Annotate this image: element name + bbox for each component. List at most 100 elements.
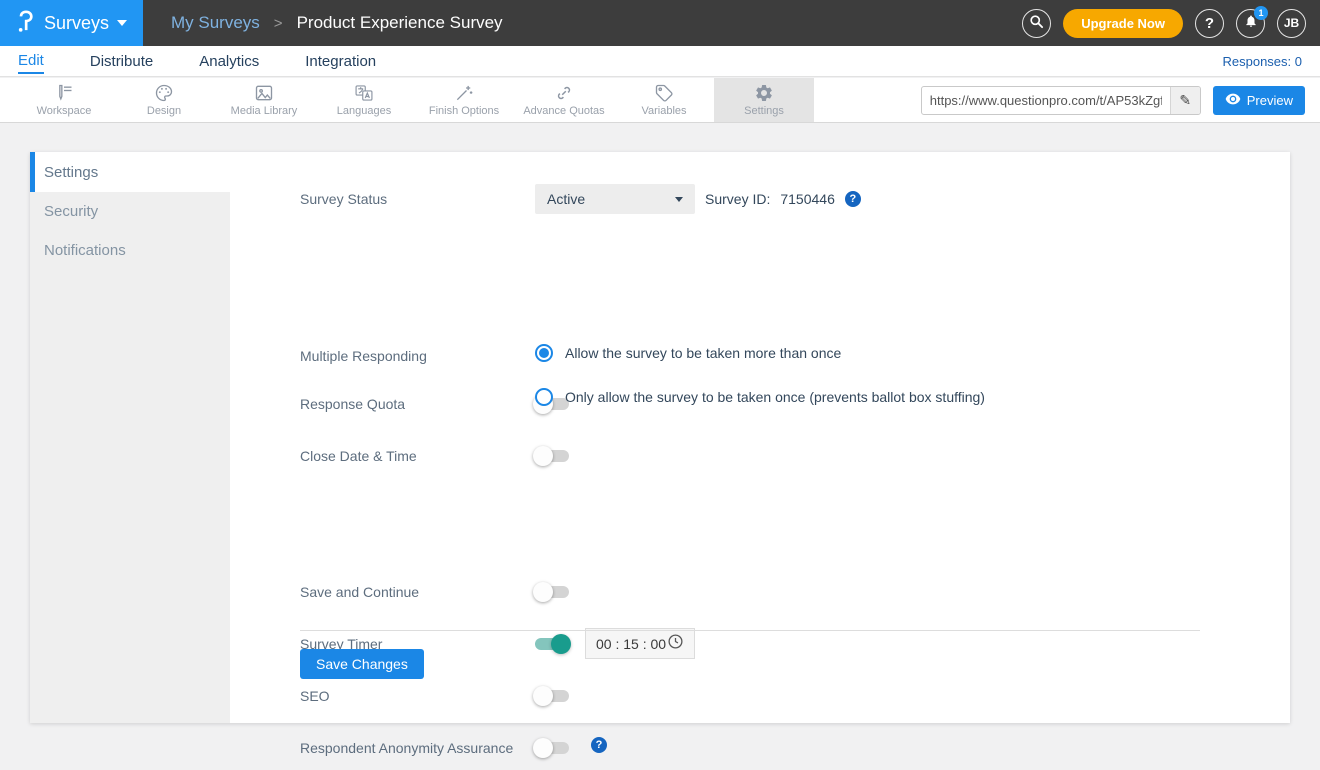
survey-timer-toggle[interactable] — [535, 634, 571, 654]
top-bar-actions: Upgrade Now ? 1 JB — [1022, 5, 1320, 38]
clock-icon — [667, 633, 684, 655]
radio-unselected-icon — [535, 388, 553, 406]
survey-timer-input[interactable]: 00 : 15 : 00 — [585, 628, 695, 659]
eye-icon — [1225, 93, 1241, 108]
close-date-row: Close Date & Time — [300, 444, 1220, 468]
toggle-knob — [533, 738, 553, 758]
responses-count: Responses: 0 — [1222, 53, 1303, 69]
screen: Surveys My Surveys > Product Experience … — [0, 0, 1320, 770]
search-icon — [1029, 14, 1044, 33]
toolbar-tab-workspace[interactable]: Workspace — [14, 78, 114, 122]
help-button[interactable]: ? — [1195, 8, 1224, 38]
survey-url-group: ✎ — [920, 85, 1201, 115]
top-bar: Surveys My Surveys > Product Experience … — [0, 0, 1320, 46]
edit-url-button[interactable]: ✎ — [1169, 86, 1200, 114]
avatar[interactable]: JB — [1277, 8, 1306, 38]
settings-sidebar: Settings Security Notifications — [30, 152, 230, 723]
sidebar-item-label: Notifications — [44, 242, 126, 259]
image-icon — [254, 83, 274, 103]
notification-count-badge: 1 — [1254, 5, 1268, 20]
help-icon[interactable]: ? — [591, 737, 607, 753]
survey-id-label: Survey ID: — [705, 191, 771, 207]
seo-row: SEO — [300, 684, 1220, 708]
chevron-down-icon — [675, 196, 683, 202]
toolbar-tab-design[interactable]: Design — [114, 78, 214, 122]
survey-status-value: Active — [547, 191, 586, 207]
save-and-continue-label: Save and Continue — [300, 584, 420, 600]
toolbar-tab-label: Design — [146, 105, 182, 117]
question-mark-icon: ? — [1204, 14, 1215, 32]
survey-id-group: Survey ID: 7150446 ? — [705, 184, 861, 214]
close-date-label: Close Date & Time — [300, 448, 417, 464]
radio-option-once-only[interactable]: Only allow the survey to be taken once (… — [535, 388, 985, 406]
form-divider — [300, 630, 1200, 631]
toolbar-tab-label: Media Library — [230, 105, 298, 117]
response-quota-label: Response Quota — [300, 396, 406, 412]
toolbar-tab-finish-options[interactable]: Finish Options — [414, 78, 514, 122]
toolbar-tab-advance-quotas[interactable]: Advance Quotas — [514, 78, 614, 122]
toolbar-tab-variables[interactable]: Variables — [614, 78, 714, 122]
toolbar-tab-languages[interactable]: Languages — [314, 78, 414, 122]
nav-tab-distribute[interactable]: Distribute — [90, 49, 153, 73]
toolbar-tab-label: Settings — [744, 105, 784, 117]
magic-wand-icon — [454, 83, 474, 103]
search-button[interactable] — [1022, 8, 1052, 38]
translate-icon — [354, 83, 374, 103]
toggle-knob — [551, 634, 571, 654]
breadcrumb-parent[interactable]: My Surveys — [171, 13, 260, 33]
app-menu-label: Surveys — [43, 12, 110, 33]
toolbar-tab-label: Workspace — [36, 105, 92, 117]
notifications-button[interactable]: 1 — [1236, 5, 1268, 38]
workspace-icon — [54, 83, 74, 103]
survey-nav: Edit Distribute Analytics Integration Re… — [0, 46, 1320, 77]
settings-card: Settings Security Notifications Survey S… — [30, 152, 1290, 758]
multiple-responding-label: Multiple Responding — [300, 348, 427, 364]
anonymity-label: Respondent Anonymity Assurance — [300, 740, 514, 756]
survey-status-label: Survey Status — [300, 191, 388, 207]
gear-icon — [754, 83, 774, 103]
toolbar-tab-label: Finish Options — [428, 105, 500, 117]
upgrade-now-button[interactable]: Upgrade Now — [1063, 8, 1183, 38]
questionpro-logo-icon — [16, 9, 36, 38]
preview-button[interactable]: Preview — [1212, 85, 1305, 115]
save-and-continue-row: Save and Continue — [300, 580, 1220, 604]
seo-label: SEO — [300, 688, 330, 704]
toolbar-tab-media-library[interactable]: Media Library — [214, 78, 314, 122]
avatar-initials: JB — [1283, 16, 1300, 30]
close-date-toggle[interactable] — [533, 446, 569, 466]
breadcrumb: My Surveys > Product Experience Survey — [171, 13, 503, 33]
toolbar-right: ✎ Preview — [920, 78, 1320, 122]
toolbar-tab-label: Variables — [641, 105, 687, 117]
pencil-icon: ✎ — [1179, 91, 1192, 108]
nav-tab-edit[interactable]: Edit — [18, 48, 44, 74]
sidebar-item-settings[interactable]: Settings — [30, 152, 230, 192]
survey-status-row: Survey Status Active Survey ID: 7150446 … — [300, 184, 1220, 214]
preview-button-label: Preview — [1246, 92, 1293, 108]
sidebar-item-notifications[interactable]: Notifications — [30, 231, 230, 270]
radio-option-multiple-allowed[interactable]: Allow the survey to be taken more than o… — [535, 344, 841, 362]
help-icon[interactable]: ? — [844, 191, 861, 207]
nav-tab-analytics[interactable]: Analytics — [199, 49, 259, 73]
page-title: Product Experience Survey — [296, 13, 503, 32]
toggle-knob — [533, 582, 553, 602]
survey-url-input[interactable] — [921, 92, 1170, 108]
tag-icon — [654, 83, 674, 103]
sidebar-item-security[interactable]: Security — [30, 192, 230, 231]
radio-selected-icon — [535, 344, 553, 362]
seo-toggle[interactable] — [533, 686, 569, 706]
anonymity-row: Respondent Anonymity Assurance ? — [300, 736, 1220, 760]
save-and-continue-toggle[interactable] — [533, 582, 569, 602]
survey-status-dropdown[interactable]: Active — [535, 184, 695, 214]
nav-tab-integration[interactable]: Integration — [305, 49, 376, 73]
settings-form: Survey Status Active Survey ID: 7150446 … — [230, 152, 1290, 758]
edit-toolbar: Workspace Design Media Library Languages… — [0, 78, 1320, 123]
toolbar-tab-settings[interactable]: Settings — [714, 78, 814, 122]
toggle-knob — [533, 446, 553, 466]
anonymity-toggle[interactable] — [533, 738, 569, 758]
toggle-knob — [533, 686, 553, 706]
palette-icon — [154, 83, 174, 103]
app-logo-menu[interactable]: Surveys — [0, 0, 143, 46]
radio-option-label: Allow the survey to be taken more than o… — [565, 345, 842, 361]
chevron-down-icon — [117, 20, 128, 26]
save-changes-button[interactable]: Save Changes — [300, 649, 424, 679]
